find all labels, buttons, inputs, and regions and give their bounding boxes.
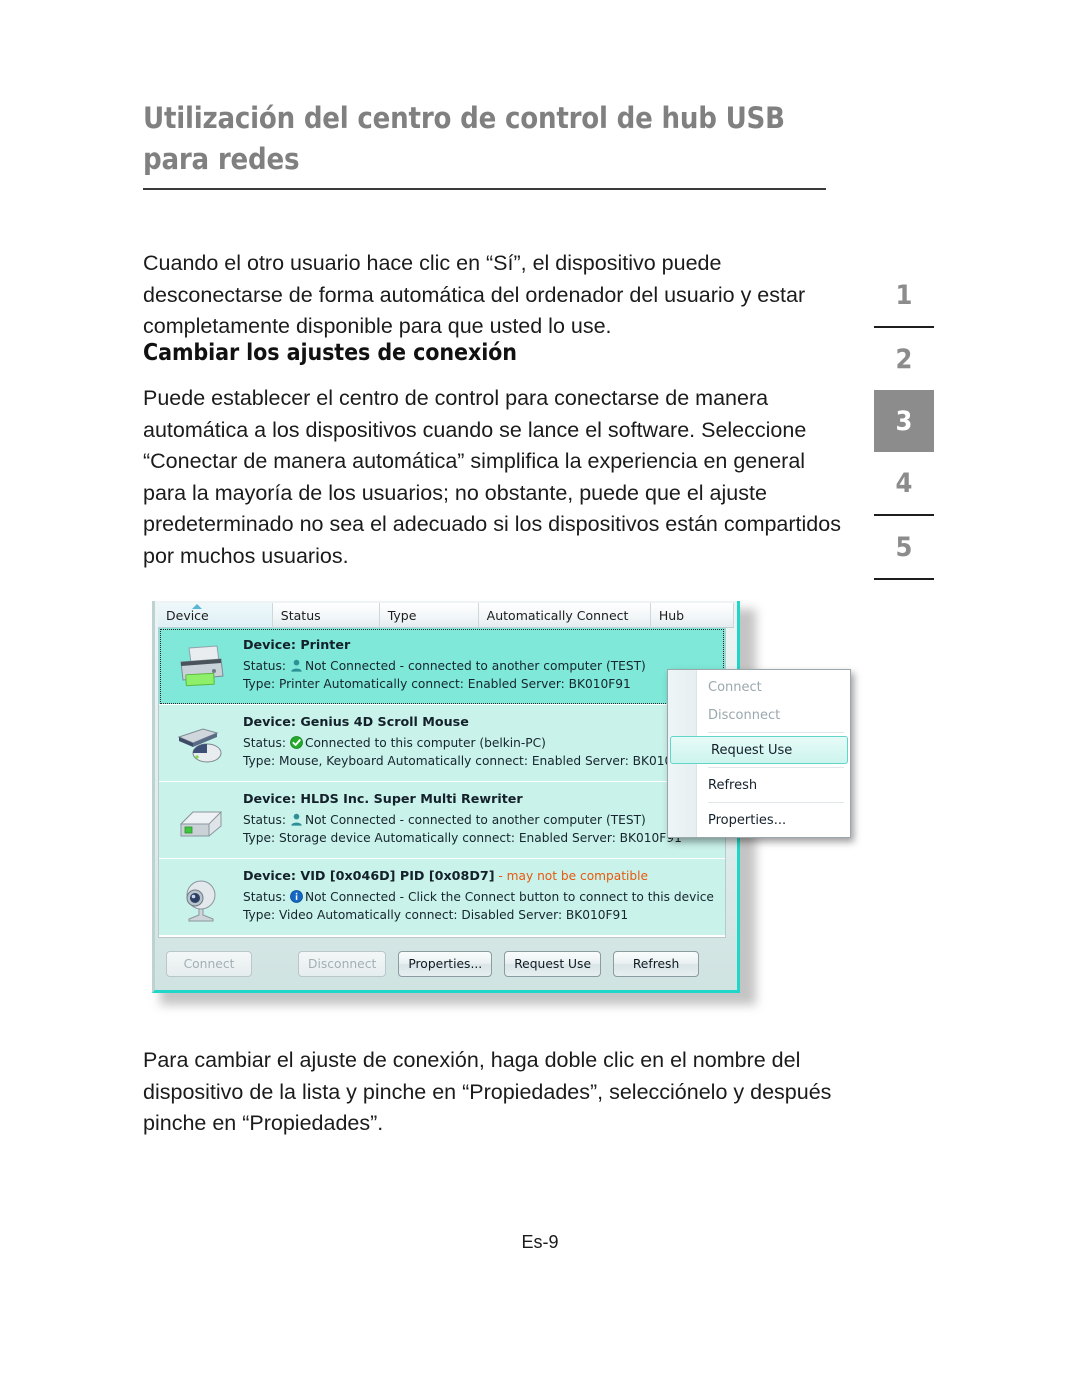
compatibility-warning: - may not be compatible <box>494 869 649 883</box>
device-context-menu[interactable]: Connect Disconnect Request Use Refresh Prope… <box>667 669 851 838</box>
context-menu-separator <box>708 767 844 768</box>
status-text: Not Connected - Click the Connect button… <box>304 890 714 904</box>
user-icon <box>290 659 303 672</box>
device-text-block: Device: Genius 4D Scroll Mouse Status: Con… <box>243 711 725 770</box>
device-text-block: Device: Printer Status: Not Connected - co… <box>243 634 725 693</box>
status-text: Not Connected - connected to another com… <box>304 659 646 673</box>
webcam-icon <box>173 875 229 923</box>
button-properties[interactable]: Properties... <box>398 951 493 977</box>
device-name: Device: VID [0x046D] PID [0x08D7] - may … <box>243 868 725 883</box>
column-header-status[interactable]: Status <box>273 603 380 627</box>
device-list-row[interactable]: Device: Genius 4D Scroll Mouse Status: Con… <box>159 705 725 782</box>
usb-control-center-window: Device Status Type Automatically Connect Hub… <box>152 601 851 993</box>
user-icon <box>290 813 303 826</box>
page-index-tab-4[interactable]: 4 <box>874 452 934 514</box>
hard-drive-icon <box>173 798 229 846</box>
device-status-line: Status: Not Connected - connected to anot… <box>243 657 725 675</box>
device-detail-line: Type: Storage device Automatically conne… <box>243 831 682 845</box>
status-text: Not Connected - connected to another com… <box>304 813 646 827</box>
button-disconnect: Disconnect <box>298 951 387 977</box>
info-icon <box>290 890 303 903</box>
page-index-tab-1[interactable]: 1 <box>874 264 934 326</box>
device-status-line: Status: Not Connected - Click the Connect… <box>243 888 725 906</box>
device-name: Device: Genius 4D Scroll Mouse <box>243 714 725 729</box>
page-index-tab-5[interactable]: 5 <box>874 516 934 578</box>
window-button-bar: Connect Disconnect Properties... Request Us… <box>158 946 736 982</box>
page-index-tab-3[interactable]: 3 <box>874 390 934 452</box>
context-menu-item-properties[interactable]: Properties... <box>668 806 850 834</box>
application-screenshot: Device Status Type Automatically Connect Hub… <box>152 601 851 1005</box>
context-menu-item-disconnect: Disconnect <box>708 707 781 723</box>
device-detail-line: Type: Printer Automatically connect: Ena… <box>243 677 631 691</box>
device-list-row[interactable]: Device: VID [0x046D] PID [0x08D7] - may … <box>159 859 725 936</box>
button-refresh[interactable]: Refresh <box>613 951 700 977</box>
sort-ascending-icon <box>192 604 202 609</box>
column-header-label: Automatically Connect <box>486 608 629 623</box>
column-header-hub[interactable]: Hub <box>651 603 734 627</box>
device-list-column-headers: Device Status Type Automatically Connect Hub <box>158 603 734 628</box>
status-label: Status: <box>243 659 286 673</box>
device-list-row[interactable]: Device: HLDS Inc. Super Multi Rewriter St… <box>159 782 725 859</box>
page-index-divider <box>874 578 934 580</box>
paragraph-auto-connect: Puede establecer el centro de control pa… <box>143 386 841 568</box>
device-status-line: Status: Not Connected - connected to anot… <box>243 811 725 829</box>
section-subheading: Cambiar los ajustes de conexión <box>143 340 517 366</box>
page-index-tabs: 12345 <box>874 264 934 580</box>
column-header-type[interactable]: Type <box>380 603 479 627</box>
status-label: Status: <box>243 736 286 750</box>
column-header-automatically-connect[interactable]: Automatically Connect <box>479 603 651 627</box>
status-label: Status: <box>243 813 286 827</box>
title-divider <box>143 188 826 190</box>
page-title: Utilización del centro de control de hub… <box>143 101 785 176</box>
device-detail-line: Type: Video Automatically connect: Disab… <box>243 908 629 922</box>
status-label: Status: <box>243 890 286 904</box>
column-header-label: Type <box>387 608 417 623</box>
button-connect: Connect <box>166 951 252 977</box>
status-text: Connected to this computer (belkin-PC) <box>304 736 546 750</box>
check-icon <box>290 736 303 749</box>
paragraph-intro: Cuando el otro usuario hace clic en “Sí”… <box>143 251 806 338</box>
page-footer: Es-9 <box>521 1232 559 1252</box>
device-text-block: Device: VID [0x046D] PID [0x08D7] - may … <box>243 865 725 924</box>
device-name-label: Device: VID [0x046D] PID [0x08D7] <box>243 868 495 883</box>
device-name-label: Device: Printer <box>243 637 351 652</box>
column-header-label: Device <box>166 608 209 623</box>
context-menu-separator <box>708 732 844 733</box>
context-menu-item-request-use[interactable]: Request Use <box>670 736 848 764</box>
printer-icon <box>173 644 229 692</box>
context-menu-separator <box>708 802 844 803</box>
device-name: Device: HLDS Inc. Super Multi Rewriter <box>243 791 725 806</box>
mouse-keyboard-icon <box>173 721 229 769</box>
column-header-label: Status <box>280 608 321 623</box>
device-name-label: Device: Genius 4D Scroll Mouse <box>243 714 469 729</box>
device-text-block: Device: HLDS Inc. Super Multi Rewriter St… <box>243 788 725 847</box>
paragraph-change-setting: Para cambiar el ajuste de conexión, haga… <box>143 1048 832 1135</box>
button-request-use[interactable]: Request Use <box>504 951 602 977</box>
context-menu-item-refresh[interactable]: Refresh <box>668 771 850 799</box>
column-header-device[interactable]: Device <box>158 603 273 627</box>
column-header-label: Hub <box>658 608 685 623</box>
device-name-label: Device: HLDS Inc. Super Multi Rewriter <box>243 791 523 806</box>
device-detail-line: Type: Mouse, Keyboard Automatically conn… <box>243 754 695 768</box>
device-list-row[interactable]: Device: Printer Status: Not Connected - co… <box>159 628 725 705</box>
device-list[interactable]: Device: Printer Status: Not Connected - co… <box>158 628 726 938</box>
context-menu-item-connect: Connect <box>708 679 762 695</box>
page-index-tab-2[interactable]: 2 <box>874 328 934 390</box>
device-status-line: Status: Connected to this computer (belki… <box>243 734 725 752</box>
device-name: Device: Printer <box>243 637 725 652</box>
